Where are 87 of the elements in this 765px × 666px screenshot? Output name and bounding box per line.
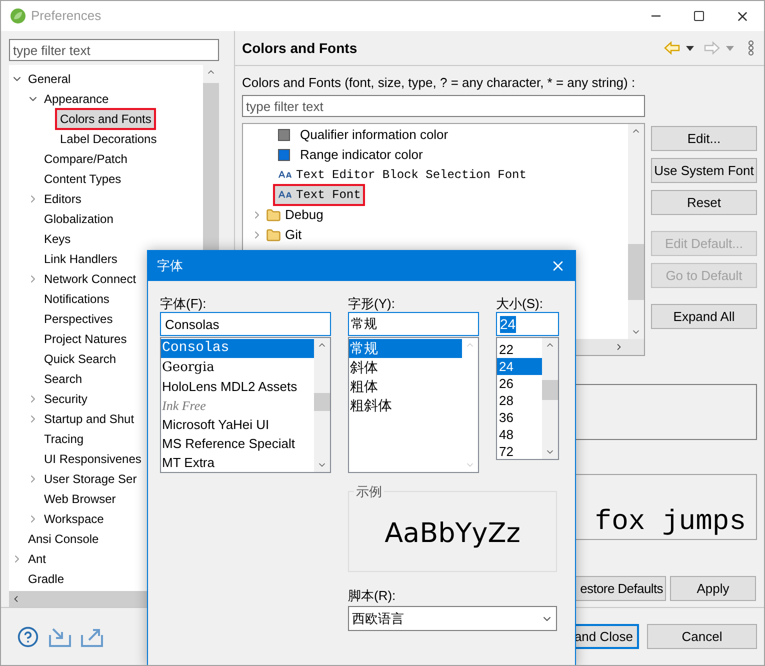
font-list-item[interactable]: MT Extra (161, 453, 314, 472)
description-text: Colors and Fonts (font, size, type, ? = any character, * = any string) : (242, 74, 636, 89)
action-button[interactable]: Use System Font (651, 158, 757, 183)
tree-item[interactable]: Content Types (41, 170, 124, 188)
tree-item[interactable]: Quick Search (41, 350, 120, 368)
font-list-item[interactable]: Ink Free (161, 396, 314, 415)
tree-item[interactable]: Web Browser (41, 490, 119, 508)
action-button[interactable]: Expand All (651, 304, 757, 329)
tree-item[interactable]: Ant (25, 550, 50, 568)
dropdown-icon[interactable] (686, 46, 694, 50)
font-list-item[interactable]: Microsoft YaHei UI (161, 415, 314, 434)
tree-item-label: Text Editor Block Selection Font (296, 167, 526, 184)
field-label: 字体(F): (160, 295, 208, 312)
forward-icon[interactable] (704, 41, 720, 55)
tree-item[interactable]: Network Connect (41, 270, 140, 288)
size-list-item[interactable]: 24 (497, 358, 542, 375)
preview-text: fox jumps (594, 509, 746, 537)
scrollbar[interactable] (314, 338, 330, 472)
size-list-item[interactable]: 28 (497, 392, 542, 409)
font-list-item[interactable]: Georgia (161, 358, 314, 377)
tree-item[interactable]: Editors (41, 190, 84, 208)
action-button[interactable]: Cancel (647, 624, 757, 649)
tree-item[interactable]: General (25, 70, 74, 88)
dialog-title: 字体 (157, 257, 183, 276)
tree-item[interactable]: Gradle (25, 570, 68, 588)
tree-item[interactable]: Text Editor Block Selection Font (273, 164, 530, 186)
tree-item[interactable]: Colors and Fonts (57, 110, 154, 128)
action-button[interactable]: Reset (651, 190, 757, 215)
font-name-field[interactable]: Consolas (160, 312, 331, 336)
tree-item[interactable]: Project Natures (41, 330, 130, 348)
tree-item[interactable]: Appearance (41, 90, 112, 108)
tree-item[interactable]: UI Responsivenes (41, 450, 144, 468)
tree-item[interactable]: Search (41, 370, 86, 388)
more-icon[interactable] (748, 40, 754, 56)
tree-item[interactable]: Compare/Patch (41, 150, 130, 168)
maximize-icon[interactable] (693, 10, 705, 22)
tree-item[interactable]: Workspace (41, 510, 107, 528)
size-list-item[interactable]: 36 (497, 409, 542, 426)
tree-item[interactable]: Ansi Console (25, 530, 102, 548)
tree-item[interactable]: Link Handlers (41, 250, 120, 268)
tree-item[interactable]: Text Font (273, 184, 365, 206)
script-dropdown[interactable]: 西欧语言 (348, 606, 557, 631)
font-style-field[interactable]: 常规 (348, 312, 479, 336)
sample-text: AaBbYyZz (384, 517, 520, 552)
size-list-item[interactable]: 22 (497, 341, 542, 358)
tree-item[interactable]: Notifications (41, 290, 112, 308)
export-icon[interactable] (81, 626, 103, 646)
action-button[interactable]: Edit... (651, 126, 757, 151)
size-list-item[interactable]: 26 (497, 375, 542, 392)
help-icon[interactable] (17, 626, 39, 648)
field-label: 脚本(R): (348, 587, 397, 604)
filter-field[interactable]: type filter text (242, 95, 645, 117)
size-list-item[interactable]: 48 (497, 426, 542, 443)
tree-item[interactable]: Keys (41, 230, 74, 248)
window-title: Preferences (31, 7, 102, 26)
page-title: Colors and Fonts (242, 38, 358, 58)
tree-item[interactable]: Label Decorations (57, 130, 160, 148)
style-list-item[interactable]: 粗体 (349, 377, 462, 396)
scrollbar[interactable] (542, 338, 558, 459)
field-label: 大小(S): (496, 295, 544, 312)
style-list-item[interactable]: 斜体 (349, 358, 462, 377)
scrollbar-thumb[interactable] (628, 244, 644, 300)
tree-item-label: Text Font (296, 187, 361, 204)
import-icon[interactable] (49, 626, 71, 646)
folder-icon (266, 228, 281, 242)
style-list-item[interactable]: 粗斜体 (349, 396, 462, 415)
font-size-field[interactable]: 24 (496, 312, 559, 336)
tree-item[interactable]: User Storage Ser (41, 470, 140, 488)
size-list-item[interactable]: 72 (497, 443, 542, 460)
tree-item[interactable]: Startup and Shut (41, 410, 138, 428)
scrollbar-thumb[interactable] (542, 380, 558, 400)
tree-item[interactable]: Perspectives (41, 310, 116, 328)
tree-item[interactable]: Globalization (41, 210, 116, 228)
folder-icon (266, 208, 281, 222)
tree-item[interactable]: Security (41, 390, 90, 408)
action-button[interactable]: Apply (670, 576, 756, 601)
scrollbar[interactable] (628, 124, 644, 339)
scrollbar-thumb[interactable] (314, 393, 330, 411)
app-icon (10, 8, 26, 24)
style-list-item[interactable]: 常规 (349, 339, 462, 358)
font-list-item[interactable]: Consolas (161, 339, 314, 358)
font-list-item[interactable]: HoloLens MDL2 Assets (161, 377, 314, 396)
tree-item[interactable]: Tracing (41, 430, 87, 448)
filter-field[interactable]: type filter text (9, 39, 219, 61)
font-list-item[interactable]: MS Reference Specialt (161, 434, 314, 453)
back-icon[interactable] (664, 41, 680, 55)
field-label: 字形(Y): (348, 295, 396, 312)
